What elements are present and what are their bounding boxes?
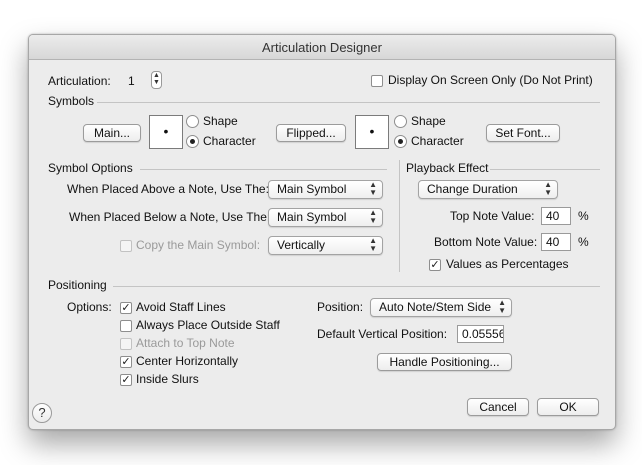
default-vertical-position-input[interactable]: 0.05556 [457,325,504,343]
main-shape-radio[interactable] [186,115,199,128]
articulation-number: 1 [128,74,135,88]
section-vertical-divider [399,160,400,272]
articulation-stepper[interactable]: ▲ ▼ [151,71,162,89]
main-character-radio[interactable] [186,135,199,148]
below-note-label: When Placed Below a Note, Use The: [69,210,271,224]
position-label: Position: [317,300,364,314]
values-as-percentages-checkbox[interactable]: ✓ [429,259,441,271]
display-only-label: Display On Screen Only (Do Not Print) [388,73,593,87]
symbol-options-heading: Symbol Options [48,161,133,175]
check-icon: ✓ [121,302,131,314]
check-icon: ✓ [121,356,131,368]
flipped-symbol-preview: • [355,115,389,149]
positioning-heading: Positioning [48,278,107,292]
bottom-note-value-input[interactable]: 40 [541,233,571,251]
flipped-character-radio[interactable] [394,135,407,148]
options-label: Options: [67,300,112,314]
radio-selected-icon [190,139,195,144]
symbols-divider [97,102,600,103]
help-button[interactable]: ? [32,403,52,423]
articulation-label: Articulation: [48,74,111,88]
flipped-shape-label: Shape [411,114,446,128]
check-icon: ✓ [430,259,440,271]
copy-direction-popup[interactable]: Vertically ▲ ▼ [268,236,383,255]
playback-divider [490,169,600,170]
playback-effect-popup[interactable]: Change Duration ▲ ▼ [418,180,558,199]
main-character-label: Character [203,134,256,148]
default-vertical-position-label: Default Vertical Position: [317,327,448,341]
articulation-designer-dialog: Articulation Designer Articulation: 1 ▲ … [28,34,616,430]
copy-main-symbol-checkbox[interactable] [120,240,132,252]
popup-arrows-icon: ▲ ▼ [544,180,552,197]
center-horizontally-label: Center Horizontally [136,354,239,368]
top-percent-sign: % [578,209,589,223]
flipped-shape-radio[interactable] [394,115,407,128]
ok-button[interactable]: OK [537,398,599,416]
copy-main-symbol-label: Copy the Main Symbol: [136,238,261,252]
display-only-checkbox[interactable] [371,75,383,87]
flipped-symbol-button[interactable]: Flipped... [276,124,346,142]
copy-direction-value: Vertically [277,238,326,252]
center-horizontally-checkbox[interactable]: ✓ [120,356,132,368]
handle-positioning-button[interactable]: Handle Positioning... [377,353,512,371]
stepper-up-icon[interactable]: ▲ [152,72,161,79]
always-outside-staff-label: Always Place Outside Staff [136,318,280,332]
symbols-heading: Symbols [48,94,95,108]
main-symbol-button[interactable]: Main... [83,124,141,142]
window-title: Articulation Designer [262,40,382,55]
cancel-button[interactable]: Cancel [467,398,529,416]
below-note-popup[interactable]: Main Symbol ▲ ▼ [268,208,383,227]
main-shape-label: Shape [203,114,238,128]
positioning-divider [113,286,600,287]
bottom-percent-sign: % [578,235,589,249]
above-note-popup[interactable]: Main Symbol ▲ ▼ [268,180,383,199]
attach-top-note-checkbox[interactable] [120,338,132,350]
top-note-value-label: Top Note Value: [450,209,535,223]
avoid-staff-lines-label: Avoid Staff Lines [136,300,226,314]
title-bar: Articulation Designer [29,35,615,60]
check-icon: ✓ [121,374,131,386]
attach-top-note-label: Attach to Top Note [136,336,235,350]
popup-arrows-icon: ▲ ▼ [369,236,377,253]
position-popup[interactable]: Auto Note/Stem Side ▲ ▼ [370,298,512,317]
flipped-character-label: Character [411,134,464,148]
popup-arrows-icon: ▲ ▼ [369,180,377,197]
inside-slurs-checkbox[interactable]: ✓ [120,374,132,386]
symbol-options-divider [140,169,387,170]
above-note-value: Main Symbol [277,182,347,196]
position-value: Auto Note/Stem Side [379,300,492,314]
inside-slurs-label: Inside Slurs [136,372,199,386]
popup-arrows-icon: ▲ ▼ [498,298,506,315]
always-outside-staff-checkbox[interactable] [120,320,132,332]
below-note-value: Main Symbol [277,210,347,224]
playback-effect-value: Change Duration [427,182,518,196]
main-symbol-preview: • [149,115,183,149]
above-note-label: When Placed Above a Note, Use The: [67,182,269,196]
popup-arrows-icon: ▲ ▼ [369,208,377,225]
set-font-button[interactable]: Set Font... [486,124,560,142]
stepper-down-icon[interactable]: ▼ [152,79,161,86]
radio-selected-icon [398,139,403,144]
avoid-staff-lines-checkbox[interactable]: ✓ [120,302,132,314]
values-as-percentages-label: Values as Percentages [446,257,569,271]
bottom-note-value-label: Bottom Note Value: [434,235,538,249]
top-note-value-input[interactable]: 40 [541,207,571,225]
playback-effect-heading: Playback Effect [406,161,489,175]
